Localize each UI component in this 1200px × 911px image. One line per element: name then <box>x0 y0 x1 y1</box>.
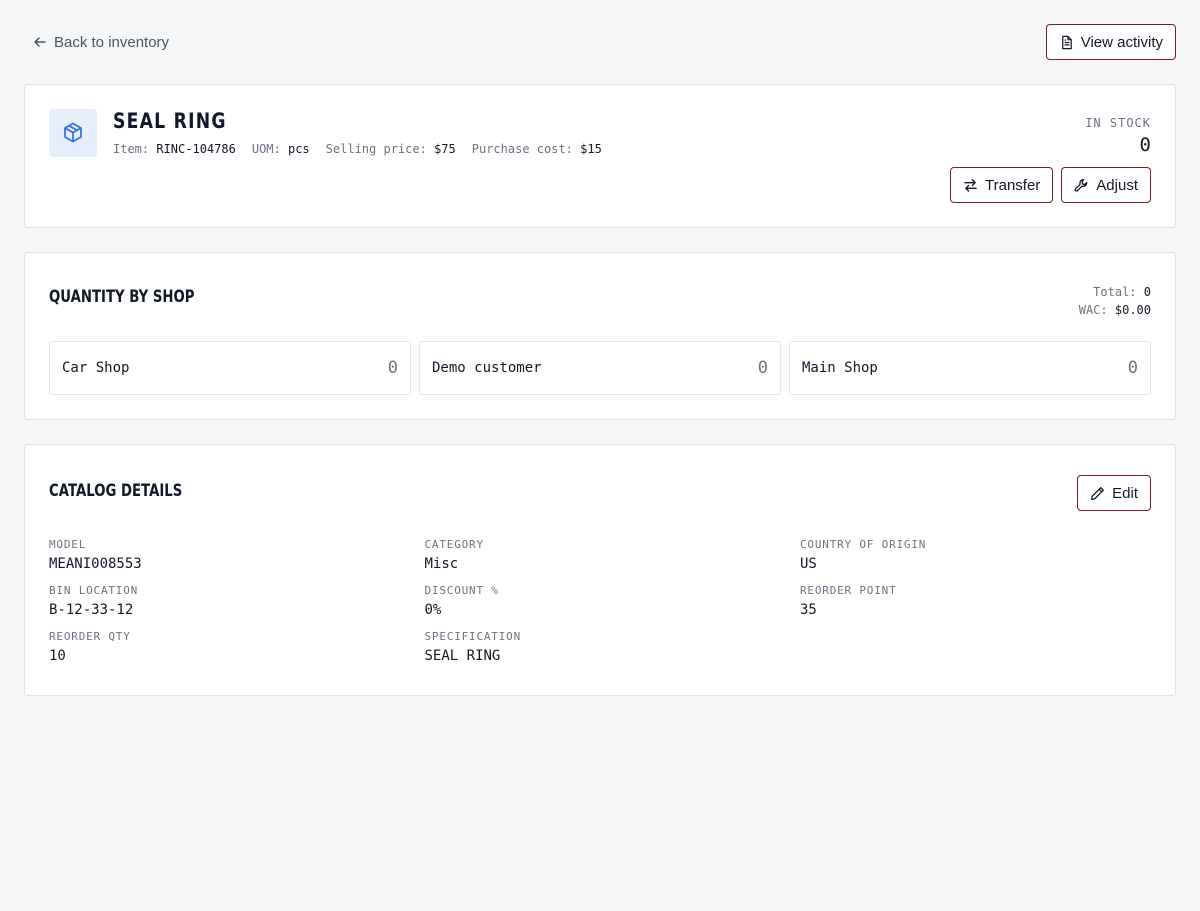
field-reorder-point: REORDER POINT 35 <box>800 584 1151 618</box>
field-value: Misc <box>424 556 459 572</box>
meta-value: pcs <box>287 142 310 156</box>
field-label: BIN LOCATION <box>49 584 139 597</box>
view-activity-label: View activity <box>1080 33 1163 51</box>
meta-label: Item: <box>113 142 150 156</box>
top-bar: Back to inventory View activity <box>24 0 1176 84</box>
field-discount: DISCOUNT % 0% <box>425 584 801 618</box>
adjust-button[interactable]: Adjust <box>1061 167 1151 203</box>
stock-summary: IN STOCK 0 <box>1085 116 1151 156</box>
shop-tile-demo-customer: Demo customer 0 <box>419 341 781 395</box>
total-label: Total: <box>1093 285 1137 299</box>
shop-name: Main Shop <box>802 360 878 376</box>
package-icon <box>64 122 82 143</box>
total-value: 0 <box>1143 285 1151 299</box>
field-category: CATEGORY Misc <box>425 538 801 572</box>
arrow-left-icon <box>34 37 46 47</box>
transfer-button[interactable]: Transfer <box>950 167 1054 203</box>
shop-qty: 0 <box>757 358 768 378</box>
field-reorder-qty: REORDER QTY 10 <box>49 630 425 664</box>
field-label: SPECIFICATION <box>424 630 521 643</box>
shop-qty: 0 <box>1127 358 1138 378</box>
shop-tile-car-shop: Car Shop 0 <box>49 341 411 395</box>
item-actions: Transfer Adjust <box>950 167 1151 203</box>
field-model: MODEL MEANI008553 <box>49 538 425 572</box>
field-value: US <box>800 556 817 572</box>
in-stock-label: IN STOCK <box>1085 116 1151 130</box>
item-detail-page: Back to inventory View activity SEAL RIN… <box>0 0 1200 911</box>
shop-name: Car Shop <box>62 360 130 376</box>
meta-value: $15 <box>580 142 602 156</box>
field-value: 35 <box>800 602 817 618</box>
field-label: COUNTRY OF ORIGIN <box>800 538 927 551</box>
meta-purchase-cost: Purchase cost: $15 <box>472 142 602 156</box>
quantity-totals: Total: 0 WAC: $0.00 <box>1079 283 1151 319</box>
field-label: MODEL <box>49 538 87 551</box>
item-title: SEAL RING <box>113 109 227 133</box>
meta-label: Selling price: <box>325 142 427 156</box>
meta-label: UOM: <box>251 142 281 156</box>
meta-value: $75 <box>434 142 456 156</box>
wrench-icon <box>1074 178 1088 192</box>
wac-label: WAC: <box>1078 303 1108 317</box>
item-meta: Item: RINC-104786 UOM: pcs Selling price… <box>113 142 602 156</box>
pencil-icon <box>1091 486 1105 500</box>
back-to-inventory-link[interactable]: Back to inventory <box>32 34 169 51</box>
shop-list: Car Shop 0 Demo customer 0 Main Shop 0 <box>49 341 1151 395</box>
item-icon-container <box>49 109 97 157</box>
edit-button[interactable]: Edit <box>1077 475 1151 511</box>
in-stock-value: 0 <box>1139 134 1151 156</box>
wac-value: $0.00 <box>1114 303 1151 317</box>
shop-qty: 0 <box>387 358 398 378</box>
catalog-fields: MODEL MEANI008553 CATEGORY Misc COUNTRY … <box>49 538 1151 664</box>
quantity-by-shop-card: QUANTITY BY SHOP Total: 0 WAC: $0.00 Car… <box>24 252 1176 420</box>
meta-selling-price: Selling price: $75 <box>326 142 456 156</box>
meta-label: Purchase cost: <box>471 142 573 156</box>
meta-item: Item: RINC-104786 <box>113 142 236 156</box>
shop-tile-main-shop: Main Shop 0 <box>789 341 1151 395</box>
field-value: 10 <box>49 648 66 664</box>
adjust-label: Adjust <box>1096 176 1138 194</box>
shop-name: Demo customer <box>432 360 542 376</box>
quantity-section-title: QUANTITY BY SHOP <box>49 287 195 307</box>
total-row: Total: 0 <box>1079 283 1151 301</box>
field-label: REORDER QTY <box>49 630 131 643</box>
transfer-label: Transfer <box>985 176 1041 194</box>
field-value: 0% <box>424 602 442 618</box>
catalog-section-title: CATALOG DETAILS <box>49 481 183 501</box>
meta-value: RINC-104786 <box>156 142 236 156</box>
edit-label: Edit <box>1112 484 1138 502</box>
field-label: REORDER POINT <box>800 584 897 597</box>
back-link-label: Back to inventory <box>54 33 170 51</box>
wac-row: WAC: $0.00 <box>1079 301 1151 319</box>
field-label: DISCOUNT % <box>424 584 499 597</box>
field-value: SEAL RING <box>424 648 501 664</box>
field-specification: SPECIFICATION SEAL RING <box>425 630 801 664</box>
catalog-details-card: CATALOG DETAILS Edit MODEL MEANI008553 C… <box>24 444 1176 696</box>
view-activity-button[interactable]: View activity <box>1045 24 1176 60</box>
meta-uom: UOM: pcs <box>252 142 310 156</box>
field-label: CATEGORY <box>424 538 484 551</box>
item-header-card: SEAL RING Item: RINC-104786 UOM: pcs Sel… <box>24 84 1176 228</box>
document-icon <box>1061 35 1072 49</box>
field-bin-location: BIN LOCATION B-12-33-12 <box>49 584 425 618</box>
field-value: B-12-33-12 <box>49 602 134 618</box>
field-country-of-origin: COUNTRY OF ORIGIN US <box>800 538 1151 572</box>
field-value: MEANI008553 <box>49 556 142 572</box>
transfer-arrows-icon <box>964 178 977 192</box>
